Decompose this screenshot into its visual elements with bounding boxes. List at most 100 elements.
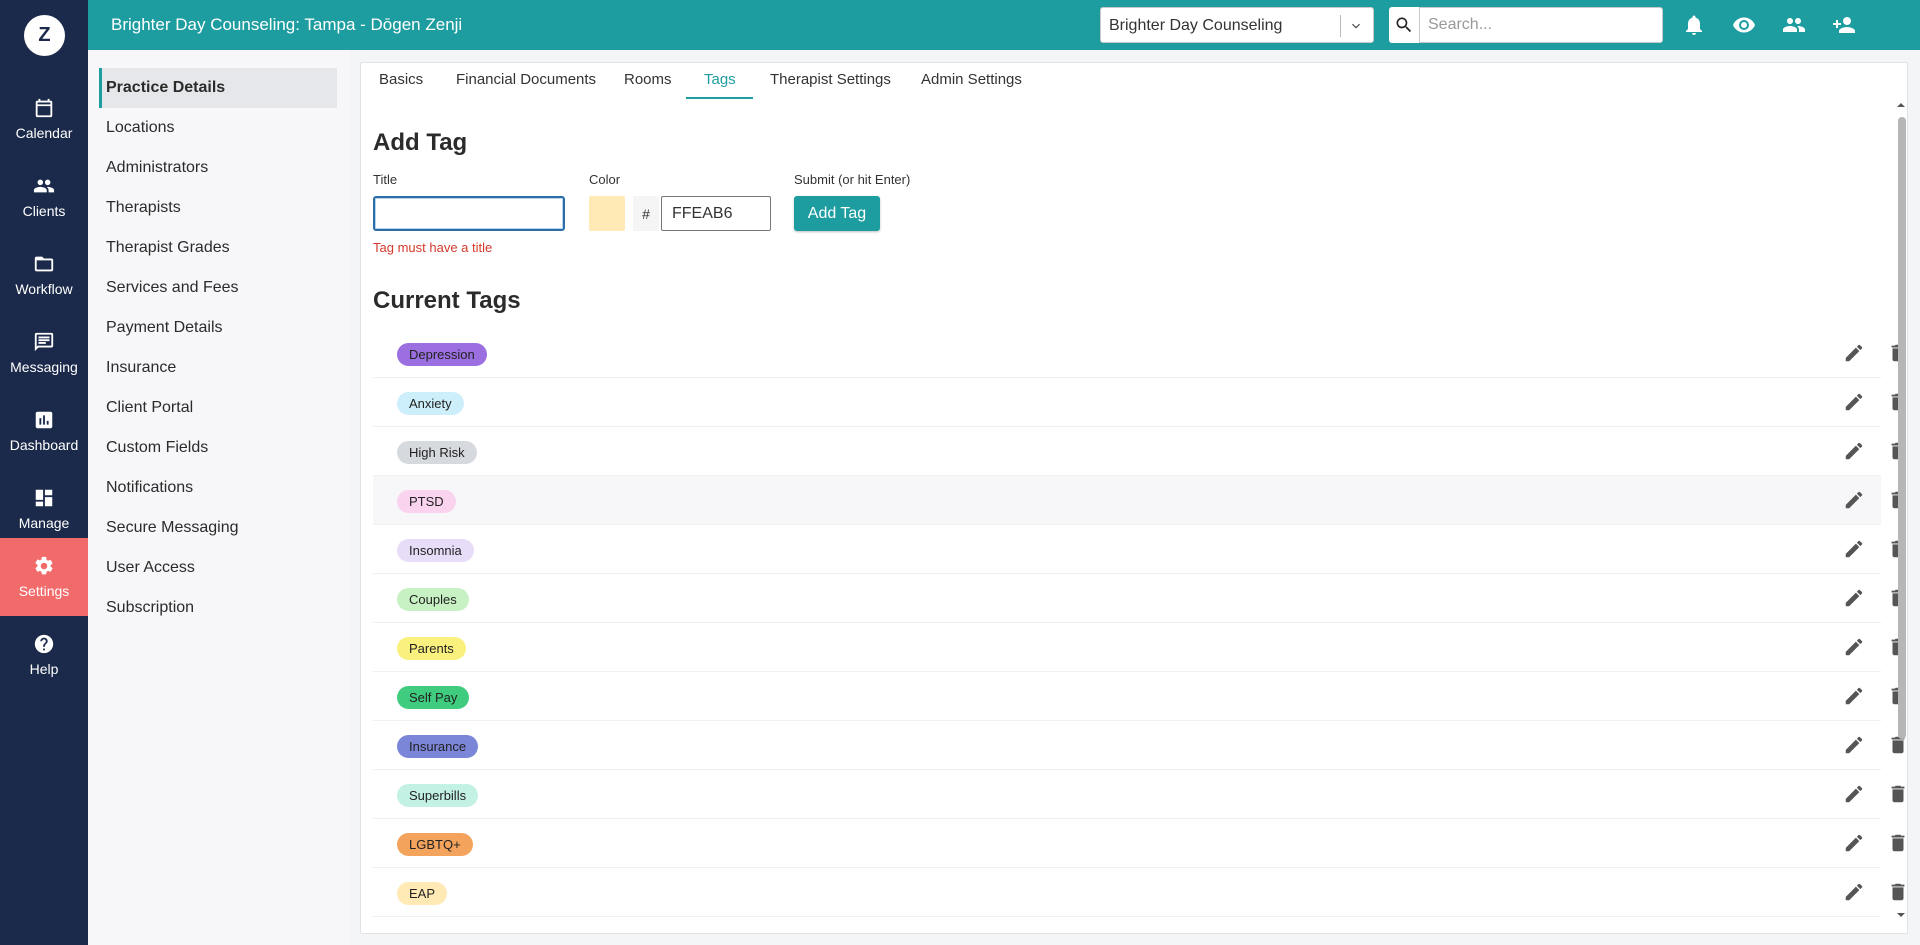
pencil-icon[interactable] bbox=[1843, 832, 1865, 854]
sidebar-item-therapist-grades[interactable]: Therapist Grades bbox=[99, 228, 337, 268]
pencil-icon[interactable] bbox=[1843, 783, 1865, 805]
bell-icon[interactable] bbox=[1682, 13, 1706, 37]
pencil-icon[interactable] bbox=[1843, 881, 1865, 903]
nav-label: Calendar bbox=[15, 125, 73, 141]
tag-row: LGBTQ+ bbox=[373, 819, 1905, 868]
color-hex-input[interactable] bbox=[661, 196, 771, 231]
active-tab-indicator bbox=[686, 97, 753, 99]
message-icon bbox=[34, 332, 54, 352]
scrollbar-thumb[interactable] bbox=[1898, 117, 1906, 739]
sidebar-item-secure-messaging[interactable]: Secure Messaging bbox=[99, 508, 337, 548]
tag-row: PTSD bbox=[373, 476, 1905, 525]
sidebar-item-locations[interactable]: Locations bbox=[99, 108, 337, 148]
dashboard-layout-icon bbox=[35, 489, 53, 507]
practice-select-value: Brighter Day Counseling bbox=[1109, 17, 1283, 34]
app-logo[interactable]: Z bbox=[24, 15, 65, 56]
tab-admin-settings[interactable]: Admin Settings bbox=[921, 71, 1022, 88]
tab-financial-documents[interactable]: Financial Documents bbox=[456, 71, 596, 88]
pencil-icon[interactable] bbox=[1843, 391, 1865, 413]
tag-row: Parents bbox=[373, 623, 1905, 672]
trash-icon[interactable] bbox=[1887, 783, 1908, 805]
color-swatch[interactable] bbox=[589, 196, 625, 231]
search-input[interactable] bbox=[1419, 7, 1663, 43]
tag-row: Superbills bbox=[373, 770, 1905, 819]
tab-rooms[interactable]: Rooms bbox=[624, 71, 672, 88]
calendar-icon bbox=[35, 98, 53, 118]
people-icon[interactable] bbox=[1782, 13, 1806, 37]
tag-row: Depression bbox=[373, 329, 1905, 378]
tags-panel: Basics Financial Documents Rooms Tags Th… bbox=[360, 62, 1908, 934]
sidebar-item-administrators[interactable]: Administrators bbox=[99, 148, 337, 188]
nav-help[interactable]: Help bbox=[0, 616, 88, 694]
submit-label: Submit (or hit Enter) bbox=[794, 172, 911, 187]
nav-label: Messaging bbox=[10, 359, 78, 375]
pencil-icon[interactable] bbox=[1843, 685, 1865, 707]
trash-icon[interactable] bbox=[1887, 832, 1908, 854]
nav-label: Workflow bbox=[15, 281, 73, 297]
search-icon bbox=[1396, 17, 1412, 33]
add-tag-button[interactable]: Add Tag bbox=[794, 196, 880, 231]
title-error-message: Tag must have a title bbox=[373, 240, 493, 255]
sidebar-item-insurance[interactable]: Insurance bbox=[99, 348, 337, 388]
sidebar-item-payment-details[interactable]: Payment Details bbox=[99, 308, 337, 348]
sidebar-item-subscription[interactable]: Subscription bbox=[99, 588, 337, 628]
sidebar-item-practice-details[interactable]: Practice Details bbox=[99, 68, 337, 108]
tag-pill: LGBTQ+ bbox=[397, 833, 473, 856]
pencil-icon[interactable] bbox=[1843, 636, 1865, 658]
pencil-icon[interactable] bbox=[1843, 342, 1865, 364]
practice-select[interactable]: Brighter Day Counseling bbox=[1100, 7, 1374, 43]
sidebar-item-client-portal[interactable]: Client Portal bbox=[99, 388, 337, 428]
sidebar-item-user-access[interactable]: User Access bbox=[99, 548, 337, 588]
add-tag-heading: Add Tag bbox=[373, 129, 468, 156]
nav-workflow[interactable]: Workflow bbox=[0, 236, 88, 314]
tag-pill: High Risk bbox=[397, 441, 477, 464]
help-icon bbox=[34, 634, 54, 654]
pencil-icon[interactable] bbox=[1843, 587, 1865, 609]
tag-row: EAP bbox=[373, 868, 1905, 917]
search-button[interactable] bbox=[1389, 7, 1419, 43]
nav-label: Clients bbox=[22, 203, 66, 219]
nav-calendar[interactable]: Calendar bbox=[0, 80, 88, 158]
nav-manage[interactable]: Manage bbox=[0, 470, 88, 548]
sidebar-item-custom-fields[interactable]: Custom Fields bbox=[99, 428, 337, 468]
tag-title-input[interactable] bbox=[373, 196, 565, 231]
sidebar-item-services-and-fees[interactable]: Services and Fees bbox=[99, 268, 337, 308]
tab-basics[interactable]: Basics bbox=[379, 71, 423, 88]
nav-clients[interactable]: Clients bbox=[0, 158, 88, 236]
nav-label: Help bbox=[29, 661, 59, 677]
top-bar: Brighter Day Counseling: Tampa - Dōgen Z… bbox=[88, 0, 1920, 50]
nav-dashboard[interactable]: Dashboard bbox=[0, 392, 88, 470]
tag-pill: Anxiety bbox=[397, 392, 464, 415]
nav-settings[interactable]: Settings bbox=[0, 538, 88, 616]
tab-tags[interactable]: Tags bbox=[704, 71, 736, 88]
pencil-icon[interactable] bbox=[1843, 489, 1865, 511]
sidebar-item-notifications[interactable]: Notifications bbox=[99, 468, 337, 508]
trash-icon[interactable] bbox=[1887, 881, 1908, 903]
tag-row: Couples bbox=[373, 574, 1905, 623]
title-label: Title bbox=[373, 172, 398, 187]
tag-row: High Risk bbox=[373, 427, 1905, 476]
bar-chart-icon bbox=[35, 411, 53, 429]
tag-pill: Superbills bbox=[397, 784, 479, 807]
gear-icon bbox=[35, 556, 53, 575]
nav-label: Settings bbox=[18, 583, 70, 599]
sidebar-item-therapists[interactable]: Therapists bbox=[99, 188, 337, 228]
eye-icon[interactable] bbox=[1732, 13, 1756, 37]
tag-pill: Insurance bbox=[397, 735, 479, 758]
people-icon bbox=[33, 179, 55, 193]
tab-therapist-settings[interactable]: Therapist Settings bbox=[770, 71, 891, 88]
practice-title: Brighter Day Counseling: Tampa - Dōgen Z… bbox=[111, 15, 463, 34]
pencil-icon[interactable] bbox=[1843, 734, 1865, 756]
tag-pill: Insomnia bbox=[397, 539, 474, 562]
select-divider bbox=[1340, 15, 1341, 37]
nav-messaging[interactable]: Messaging bbox=[0, 314, 88, 392]
settings-sidebar: Practice Details Locations Administrator… bbox=[88, 50, 350, 945]
hash-prefix: # bbox=[633, 196, 659, 231]
pencil-icon[interactable] bbox=[1843, 538, 1865, 560]
tag-pill: Self Pay bbox=[397, 686, 470, 709]
tag-row: Insurance bbox=[373, 721, 1905, 770]
person-add-icon[interactable] bbox=[1832, 13, 1856, 37]
scroll-up-arrow[interactable] bbox=[1895, 99, 1907, 111]
scroll-down-arrow[interactable] bbox=[1895, 909, 1907, 921]
pencil-icon[interactable] bbox=[1843, 440, 1865, 462]
